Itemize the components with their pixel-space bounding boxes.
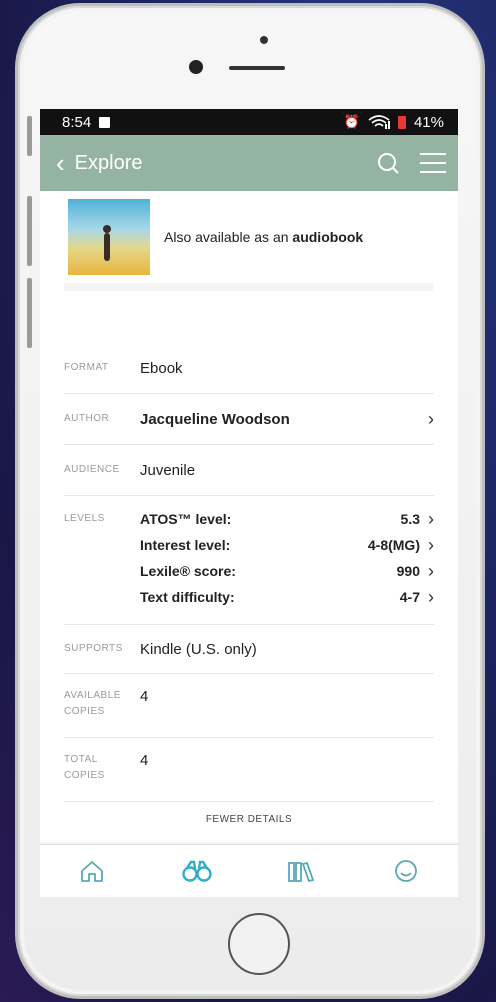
battery-percent: 41% bbox=[413, 113, 444, 131]
image-notification-icon bbox=[99, 116, 111, 128]
available-copies-value: 4 bbox=[140, 688, 149, 705]
wifi-icon bbox=[368, 115, 390, 129]
format-row: FORMAT Ebook bbox=[64, 343, 434, 394]
home-button[interactable] bbox=[228, 913, 290, 975]
hamburger-menu-icon[interactable] bbox=[420, 153, 446, 173]
top-app-bar: ‹ Explore bbox=[40, 135, 458, 191]
alarm-icon: ⏰ bbox=[343, 114, 360, 129]
audiobook-link[interactable]: Also available as an audiobook bbox=[64, 191, 434, 291]
level-item-atos[interactable]: ATOS™ level: 5.3 › bbox=[140, 506, 434, 532]
nav-account[interactable] bbox=[390, 855, 422, 887]
battery-icon bbox=[397, 115, 406, 129]
chevron-right-icon[interactable]: › bbox=[428, 509, 434, 530]
supports-value: Kindle (U.S. only) bbox=[140, 640, 257, 658]
back-button[interactable]: ‹ Explore bbox=[56, 150, 142, 176]
title-details: Also available as an audiobook FORMAT Eb… bbox=[40, 191, 458, 842]
level-item-lexile[interactable]: Lexile® score: 990 › bbox=[140, 558, 434, 584]
nav-home[interactable] bbox=[76, 855, 108, 887]
author-label: AUTHOR bbox=[64, 413, 110, 424]
level-item-interest[interactable]: Interest level: 4-8(MG) › bbox=[140, 532, 434, 558]
nav-explore[interactable] bbox=[181, 855, 213, 887]
audiobook-text: Also available as an audiobook bbox=[164, 229, 364, 245]
volume-down-button bbox=[27, 278, 32, 348]
library-icon[interactable] bbox=[286, 859, 316, 883]
total-copies-label: TOTAL COPIES bbox=[64, 754, 105, 781]
total-copies-value: 4 bbox=[140, 752, 149, 769]
search-icon[interactable] bbox=[376, 151, 400, 175]
volume-up-button bbox=[27, 196, 32, 266]
bottom-navigation bbox=[40, 844, 458, 897]
audience-value: Juvenile bbox=[140, 461, 196, 479]
audiobook-emphasis: audiobook bbox=[292, 229, 364, 245]
details-list: FORMAT Ebook AUTHOR Jacqueline Woodson ›… bbox=[64, 291, 434, 842]
supports-row: SUPPORTS Kindle (U.S. only) bbox=[64, 625, 434, 674]
chevron-right-icon[interactable]: › bbox=[428, 409, 434, 430]
proximity-sensor bbox=[260, 36, 268, 44]
back-label: Explore bbox=[74, 151, 143, 174]
level-item-text-difficulty[interactable]: Text difficulty: 4-7 › bbox=[140, 584, 434, 610]
chevron-right-icon[interactable]: › bbox=[428, 587, 434, 608]
available-copies-label: AVAILABLE COPIES bbox=[64, 690, 121, 717]
smiley-icon[interactable] bbox=[393, 858, 419, 884]
chevron-right-icon[interactable]: › bbox=[428, 535, 434, 556]
status-bar: 8:54 ⏰ 41% bbox=[40, 109, 458, 135]
levels-row: LEVELS ATOS™ level: 5.3 › Interest level… bbox=[64, 496, 434, 625]
nav-library[interactable] bbox=[285, 855, 317, 887]
audience-row: AUDIENCE Juvenile bbox=[64, 445, 434, 496]
binoculars-icon[interactable] bbox=[181, 859, 213, 883]
status-time: 8:54 bbox=[62, 113, 92, 131]
author-row[interactable]: AUTHOR Jacqueline Woodson › bbox=[64, 394, 434, 445]
format-label: FORMAT bbox=[64, 362, 109, 373]
front-camera bbox=[189, 60, 203, 74]
levels-label: LEVELS bbox=[64, 513, 105, 524]
audiobook-cover-image bbox=[68, 199, 150, 275]
chevron-right-icon[interactable]: › bbox=[428, 561, 434, 582]
app-screen: 8:54 ⏰ 41% ‹ Explore Also available as a… bbox=[40, 109, 458, 897]
mute-switch bbox=[27, 116, 32, 156]
home-icon[interactable] bbox=[79, 859, 105, 883]
available-copies-row: AVAILABLE COPIES 4 bbox=[64, 674, 434, 738]
audience-label: AUDIENCE bbox=[64, 464, 120, 475]
chevron-left-icon: ‹ bbox=[56, 148, 65, 178]
fewer-details-button[interactable]: FEWER DETAILS bbox=[64, 802, 434, 842]
supports-label: SUPPORTS bbox=[64, 643, 123, 654]
author-value[interactable]: Jacqueline Woodson bbox=[140, 411, 420, 428]
earpiece-speaker bbox=[229, 66, 285, 70]
total-copies-row: TOTAL COPIES 4 bbox=[64, 738, 434, 802]
format-value: Ebook bbox=[140, 359, 183, 377]
